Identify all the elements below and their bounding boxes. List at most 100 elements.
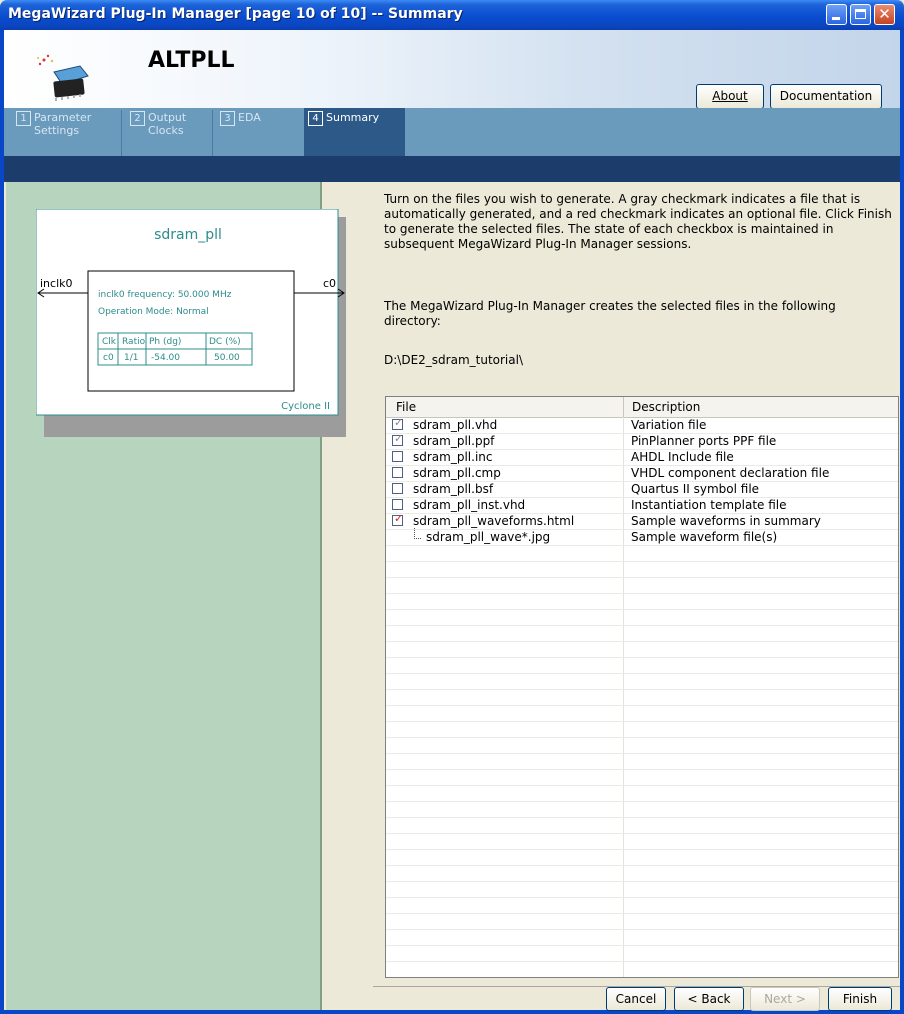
file-checkbox[interactable]: ✓ bbox=[392, 512, 404, 526]
app-name: ALTPLL bbox=[148, 48, 235, 73]
table-row[interactable]: sdram_pll.bsf Quartus II symbol file bbox=[386, 481, 898, 498]
clock-table-cell: 50.00 bbox=[214, 353, 240, 363]
table-row[interactable]: sdram_pll.cmp VHDL component declaration … bbox=[386, 465, 898, 482]
about-button[interactable]: About bbox=[696, 84, 764, 109]
checkmark-icon: ✓ bbox=[394, 512, 404, 525]
empty-row bbox=[386, 641, 898, 658]
file-name: sdram_pll.bsf bbox=[413, 482, 494, 496]
empty-row bbox=[386, 561, 898, 578]
tab-label: Summary bbox=[326, 111, 380, 124]
empty-row bbox=[386, 625, 898, 642]
empty-row bbox=[386, 801, 898, 818]
maximize-button[interactable] bbox=[850, 4, 871, 25]
empty-row bbox=[386, 689, 898, 706]
file-checkbox[interactable]: ✓ bbox=[392, 432, 404, 446]
empty-row bbox=[386, 769, 898, 786]
clock-table-header: DC (%) bbox=[209, 337, 241, 347]
table-row[interactable]: ✓ sdram_pll.ppf PinPlanner ports PPF file bbox=[386, 433, 898, 450]
tree-connector-icon bbox=[414, 528, 421, 539]
empty-row bbox=[386, 913, 898, 930]
file-column-header[interactable]: File bbox=[396, 400, 416, 414]
tab-separator bbox=[212, 110, 213, 156]
tab-number: 2 bbox=[130, 111, 145, 126]
file-description: AHDL Include file bbox=[631, 450, 734, 464]
table-row[interactable]: sdram_pll.inc AHDL Include file bbox=[386, 449, 898, 466]
empty-row bbox=[386, 849, 898, 866]
empty-row bbox=[386, 833, 898, 850]
table-row[interactable]: sdram_pll_inst.vhd Instantiation template… bbox=[386, 497, 898, 514]
tab-eda[interactable]: 3 EDA bbox=[220, 110, 290, 154]
checkmark-icon: ✓ bbox=[394, 432, 404, 445]
file-checkbox[interactable] bbox=[392, 483, 403, 494]
minimize-button[interactable] bbox=[826, 4, 847, 25]
tab-separator bbox=[121, 110, 122, 156]
empty-row bbox=[386, 753, 898, 770]
documentation-label: Documentation bbox=[779, 89, 873, 103]
empty-row bbox=[386, 961, 898, 977]
empty-row bbox=[386, 785, 898, 802]
close-icon: ✕ bbox=[878, 5, 891, 23]
finish-label: Finish bbox=[842, 992, 878, 1006]
empty-row bbox=[386, 673, 898, 690]
file-name: sdram_pll.vhd bbox=[413, 418, 498, 432]
wizard-header: ALTPLL bbox=[4, 30, 900, 108]
file-description: Instantiation template file bbox=[631, 498, 787, 512]
pll-block-diagram: sdram_pll inclk0 c0 inclk0 frequency: 50… bbox=[36, 209, 346, 437]
device-label: Cyclone II bbox=[281, 401, 330, 412]
cancel-button[interactable]: Cancel bbox=[606, 987, 666, 1011]
file-name: sdram_pll.inc bbox=[413, 450, 493, 464]
empty-row bbox=[386, 945, 898, 962]
input-port-label: inclk0 bbox=[40, 277, 73, 290]
empty-row bbox=[386, 929, 898, 946]
minimize-icon bbox=[832, 17, 840, 20]
file-description: Variation file bbox=[631, 418, 707, 432]
output-port-label: c0 bbox=[323, 277, 336, 290]
clock-table-header: Ratio bbox=[122, 337, 146, 347]
about-label: About bbox=[712, 89, 748, 103]
tab-number: 4 bbox=[308, 111, 323, 126]
tab-number: 3 bbox=[220, 111, 235, 126]
table-row[interactable]: ✓ sdram_pll.vhd Variation file bbox=[386, 417, 898, 434]
empty-row bbox=[386, 737, 898, 754]
files-table: File Description ✓ sdram_pll.vhd Variation… bbox=[385, 396, 899, 978]
close-button[interactable]: ✕ bbox=[874, 4, 895, 25]
documentation-button[interactable]: Documentation bbox=[770, 84, 882, 109]
empty-row bbox=[386, 817, 898, 834]
next-label: Next > bbox=[764, 992, 806, 1006]
empty-row bbox=[386, 881, 898, 898]
empty-row bbox=[386, 865, 898, 882]
tab-parameter-settings[interactable]: 1 Parameter Settings bbox=[16, 110, 116, 154]
file-name: sdram_pll_inst.vhd bbox=[413, 498, 526, 512]
file-checkbox[interactable] bbox=[392, 451, 403, 462]
table-row[interactable]: ✓ sdram_pll_waveforms.html Sample waveform… bbox=[386, 513, 898, 530]
directory-path: D:\DE2_sdram_tutorial\ bbox=[384, 353, 523, 367]
file-description: PinPlanner ports PPF file bbox=[631, 434, 777, 448]
tab-number: 1 bbox=[16, 111, 31, 126]
next-button: Next > bbox=[750, 987, 820, 1011]
file-checkbox[interactable]: ✓ bbox=[392, 416, 404, 430]
checkmark-icon: ✓ bbox=[394, 416, 404, 429]
finish-button[interactable]: Finish bbox=[828, 987, 892, 1011]
empty-row bbox=[386, 609, 898, 626]
tab-label: Output Clocks bbox=[148, 111, 187, 137]
clock-table-cell: c0 bbox=[103, 353, 114, 363]
window-border-right bbox=[900, 30, 904, 1014]
file-name: sdram_pll_waveforms.html bbox=[413, 514, 575, 528]
file-checkbox[interactable] bbox=[392, 499, 403, 510]
empty-row bbox=[386, 705, 898, 722]
description-column-header[interactable]: Description bbox=[632, 400, 700, 414]
empty-row bbox=[386, 657, 898, 674]
maximize-icon bbox=[855, 9, 866, 19]
file-checkbox[interactable] bbox=[392, 467, 403, 478]
header-separator bbox=[623, 397, 624, 417]
tab-summary[interactable]: 4 Summary bbox=[308, 110, 400, 154]
file-description: Quartus II symbol file bbox=[631, 482, 760, 496]
file-name: sdram_pll.ppf bbox=[413, 434, 495, 448]
clock-table-cell: -54.00 bbox=[151, 353, 180, 363]
tab-output-clocks[interactable]: 2 Output Clocks bbox=[130, 110, 210, 154]
tab-label: Parameter Settings bbox=[34, 111, 92, 137]
table-row[interactable]: sdram_pll_wave*.jpg Sample waveform file(… bbox=[386, 528, 898, 546]
cancel-label: Cancel bbox=[615, 992, 657, 1006]
pll-block bbox=[87, 270, 295, 392]
back-button[interactable]: < Back bbox=[674, 987, 744, 1011]
